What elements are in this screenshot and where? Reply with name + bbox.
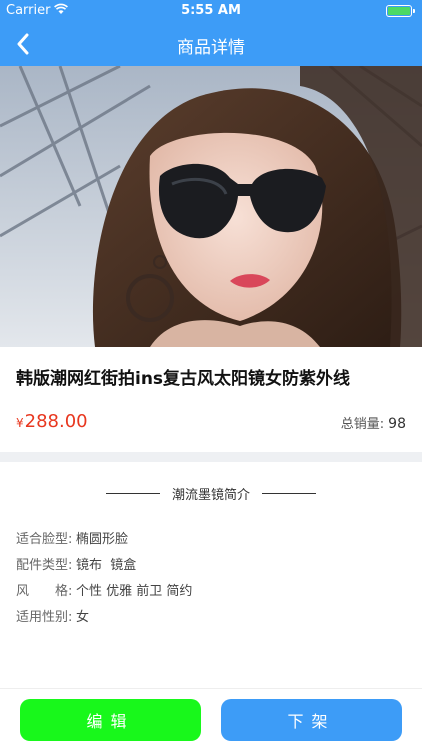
attribute-list: 适合脸型: 椭圆形脸 配件类型: 镜布 镜盒 风 格: 个性 优雅 前卫 简约 … (16, 532, 192, 636)
price-value: 288.00 (24, 411, 88, 432)
attribute-key: 配件类型: (16, 558, 73, 573)
attribute-row: 适合脸型: 椭圆形脸 (16, 532, 192, 558)
product-price: ¥288.00 (16, 411, 88, 432)
delist-button[interactable]: 下架 (221, 699, 402, 741)
battery-icon (386, 5, 415, 17)
product-title: 韩版潮网红街拍ins复古风太阳镜女防紫外线 (16, 369, 351, 389)
attribute-row: 配件类型: 镜布 镜盒 (16, 558, 192, 584)
status-time: 5:55 AM (181, 3, 241, 18)
status-bar: Carrier 5:55 AM (0, 0, 422, 22)
attribute-value: 椭圆形脸 (76, 532, 129, 547)
heading-line-right (262, 493, 316, 494)
attribute-key: 适用性别: (16, 610, 73, 625)
attribute-value: 镜布 镜盒 (76, 558, 137, 573)
product-image (0, 66, 422, 347)
product-info: 韩版潮网红街拍ins复古风太阳镜女防紫外线 ¥288.00 总销量: 98 (0, 347, 422, 452)
heading-line-left (105, 493, 160, 494)
sales-count: 98 (388, 416, 406, 432)
product-intro: 潮流墨镜简介 适合脸型: 椭圆形脸 配件类型: 镜布 镜盒 风 格: 个性 优雅… (0, 462, 422, 688)
attribute-row: 风 格: 个性 优雅 前卫 简约 (16, 584, 192, 610)
section-divider (0, 452, 422, 462)
nav-bar: 商品详情 (0, 22, 422, 66)
currency-symbol: ¥ (16, 416, 24, 430)
attribute-value: 个性 优雅 前卫 简约 (76, 584, 193, 599)
attribute-value: 女 (76, 610, 90, 625)
section-title: 潮流墨镜简介 (171, 488, 250, 503)
sales-label: 总销量: (340, 417, 385, 432)
section-heading: 潮流墨镜简介 (0, 484, 422, 503)
attribute-key: 适合脸型: (16, 532, 73, 547)
total-sales: 总销量: 98 (341, 413, 406, 432)
edit-button[interactable]: 编辑 (20, 699, 201, 741)
attribute-key: 风 格: (16, 584, 73, 599)
action-bar: 编辑 下架 (0, 688, 422, 750)
attribute-row: 适用性别: 女 (16, 610, 192, 636)
page-title: 商品详情 (177, 38, 245, 58)
